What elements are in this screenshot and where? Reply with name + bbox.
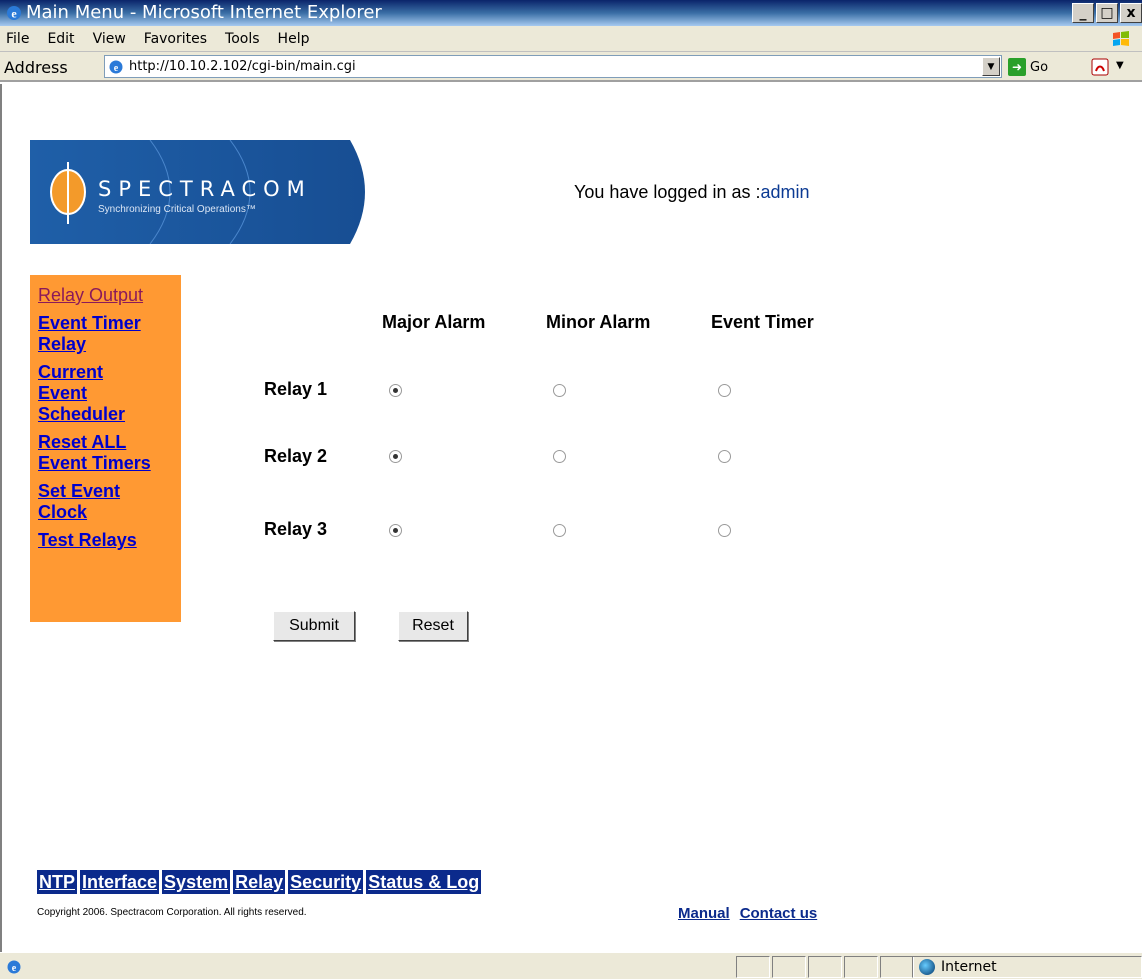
column-minor-alarm: Minor Alarm [546,312,651,332]
spectracom-logo: SPECTRACOM Synchronizing Critical Operat… [30,140,365,244]
bottom-nav-relay[interactable]: Relay [233,870,286,894]
manual-link[interactable]: Manual [678,905,730,922]
relay-2-minor-alarm-radio[interactable] [553,450,566,463]
page-content: SPECTRACOM Synchronizing Critical Operat… [0,84,1142,952]
login-prefix: You have logged in as : [574,182,761,202]
go-button[interactable]: ➜ Go [1008,56,1048,78]
relay-1-minor-alarm-radio[interactable] [553,384,566,397]
bottom-nav-interface[interactable]: Interface [80,870,160,894]
relay-2-event-timer-radio[interactable] [718,450,731,463]
nav-relay-output[interactable]: Relay Output [38,285,181,306]
relay-1-label: Relay 1 [264,379,328,399]
submit-button[interactable]: Submit [273,611,355,641]
menu-help[interactable]: Help [278,31,310,47]
address-label: Address [4,58,68,77]
nav-current-event-scheduler[interactable]: Current Event Scheduler [38,362,148,425]
nav-set-event-clock[interactable]: Set Event Clock [38,481,148,523]
status-pane [880,956,914,978]
contact-us-link[interactable]: Contact us [740,905,818,922]
window-titlebar: e Main Menu - Microsoft Internet Explore… [0,0,1142,26]
acrobat-icon[interactable] [1090,57,1110,77]
bottom-nav-security[interactable]: Security [288,870,364,894]
footer-links: Manual Contact us [678,905,817,922]
address-input[interactable]: e http://10.10.2.102/cgi-bin/main.cgi ▼ [104,55,1002,78]
internet-explorer-icon: e [7,6,21,21]
relay-1-event-timer-radio[interactable] [718,384,731,397]
address-bar: Address e http://10.10.2.102/cgi-bin/mai… [0,52,1142,82]
svg-text:e: e [114,63,119,74]
windows-logo-icon [1113,31,1129,46]
status-pane [772,956,806,978]
logo-tagline: Synchronizing Critical Operations™ [98,204,256,215]
relay-2-major-alarm-radio[interactable] [389,450,402,463]
column-event-timer: Event Timer [711,312,814,332]
relay-3-minor-alarm-radio[interactable] [553,524,566,537]
page-status-icon: e [7,960,21,974]
menu-file[interactable]: File [6,31,29,47]
nav-event-timer-relay[interactable]: Event Timer Relay [38,313,168,355]
menu-bar: File Edit View Favorites Tools Help [0,26,1142,52]
acrobat-dropdown-icon[interactable]: ▼ [1116,60,1124,71]
go-label: Go [1030,59,1049,75]
login-username: admin [760,182,810,202]
window-title: Main Menu - Microsoft Internet Explorer [26,2,382,23]
status-pane [808,956,842,978]
svg-text:e: e [12,963,17,974]
logo-brand: SPECTRACOM [98,177,312,201]
relay-3-label: Relay 3 [264,519,328,539]
copyright-text: Copyright 2006. Spectracom Corporation. … [37,907,307,918]
address-url: http://10.10.2.102/cgi-bin/main.cgi [129,59,356,74]
login-status: You have logged in as :admin [574,182,810,203]
bottom-nav-system[interactable]: System [162,870,231,894]
nav-test-relays[interactable]: Test Relays [38,530,181,551]
relay-3-major-alarm-radio[interactable] [389,524,402,537]
svg-text:e: e [11,7,17,21]
relay-1-major-alarm-radio[interactable] [389,384,402,397]
side-navigation: Relay Output Event Timer Relay Current E… [30,275,181,622]
maximize-button[interactable]: □ [1096,3,1118,23]
bottom-nav-ntp[interactable]: NTP [37,870,77,894]
globe-icon [919,959,935,975]
status-bar: e Internet [0,952,1142,979]
page-icon: e [109,60,123,74]
status-pane [736,956,770,978]
bottom-navigation: NTP Interface System Relay Security Stat… [37,870,482,894]
relay-3-event-timer-radio[interactable] [718,524,731,537]
address-dropdown-icon[interactable]: ▼ [982,57,1000,76]
reset-button[interactable]: Reset [398,611,468,641]
status-panes [736,956,914,978]
menu-favorites[interactable]: Favorites [144,31,207,47]
menu-tools[interactable]: Tools [225,31,260,47]
nav-reset-all-event-timers[interactable]: Reset ALL Event Timers [38,432,178,474]
close-button[interactable]: x [1120,3,1142,23]
zone-label: Internet [941,959,997,975]
menu-view[interactable]: View [93,31,126,47]
go-arrow-icon: ➜ [1008,58,1026,76]
minimize-button[interactable]: _ [1072,3,1094,23]
column-major-alarm: Major Alarm [382,312,486,332]
security-zone: Internet [912,956,1142,978]
status-pane [844,956,878,978]
relay-2-label: Relay 2 [264,446,328,466]
menu-edit[interactable]: Edit [47,31,74,47]
bottom-nav-status-log[interactable]: Status & Log [366,870,482,894]
